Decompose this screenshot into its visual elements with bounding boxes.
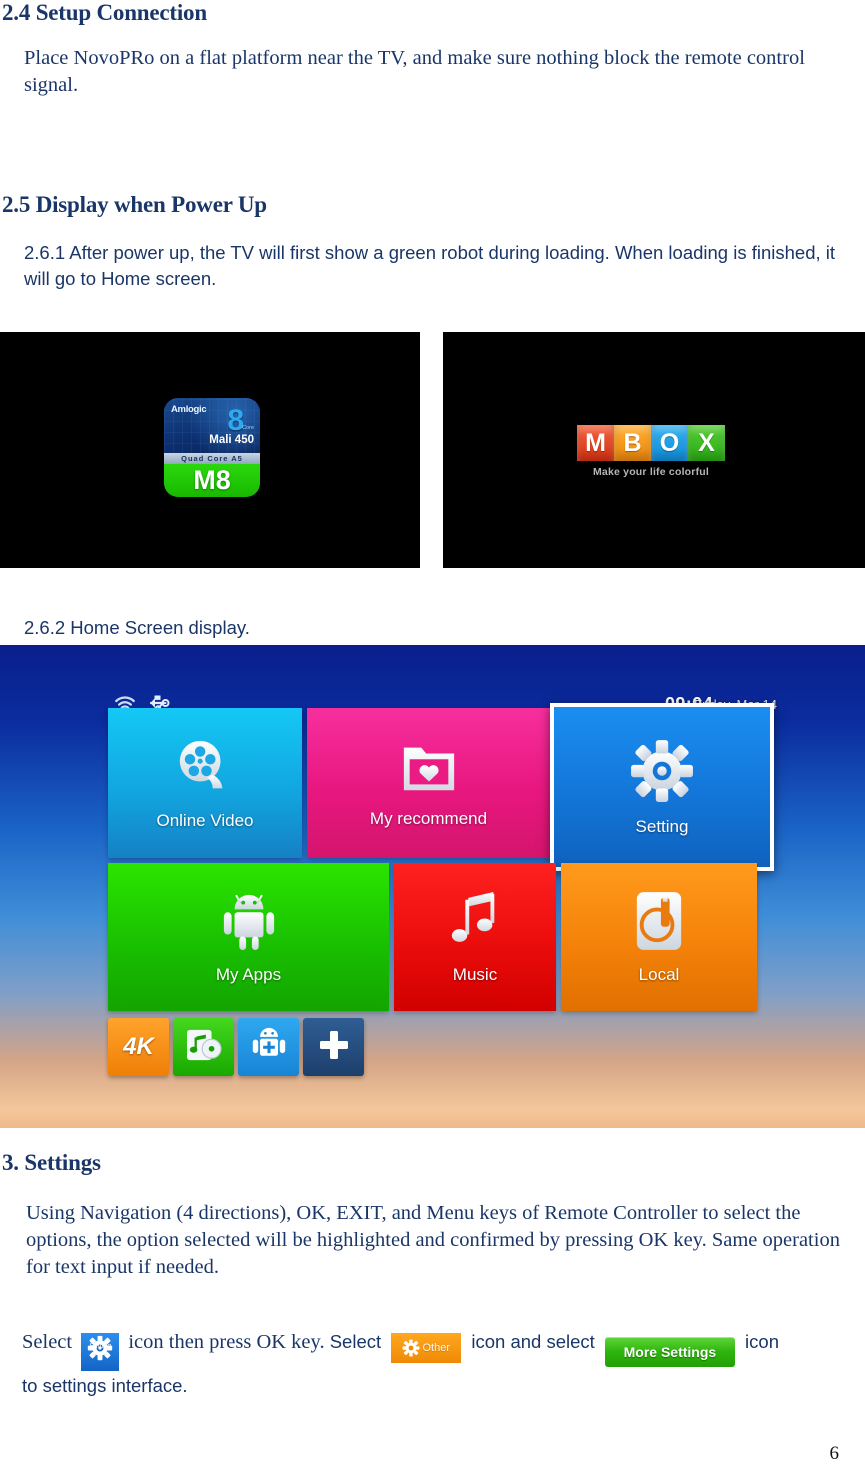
caption-home-screen: 2.6.2 Home Screen display. xyxy=(24,617,250,638)
mbox-letter-o: O xyxy=(651,425,688,461)
tile-label: Setting xyxy=(635,816,689,836)
disc-icon xyxy=(633,890,685,957)
tile-music[interactable]: Music xyxy=(394,863,556,1011)
amlogic-core-label: Core xyxy=(242,425,254,431)
amlogic-cpu-band: Quad Core A5 xyxy=(164,453,260,465)
paragraph-display-power-up: 2.6.1 After power up, the TV will first … xyxy=(24,242,836,289)
amlogic-chip-band: M8 xyxy=(164,464,260,497)
select-text-3: Select xyxy=(329,1331,382,1352)
inline-other-label: Other xyxy=(422,1342,450,1354)
tile-local[interactable]: Local xyxy=(561,863,757,1011)
select-text-4: icon and select xyxy=(471,1331,595,1352)
heading-setup-connection: 2.4 Setup Connection xyxy=(2,0,207,25)
mbox-letter-b: B xyxy=(614,425,651,461)
plus-icon xyxy=(317,1028,351,1067)
heading-settings: 3. Settings xyxy=(2,1150,101,1175)
paragraph-select-settings: Select Setting icon then press OK key. S… xyxy=(22,1320,862,1399)
tile-label: My Apps xyxy=(215,964,282,984)
page-number: 6 xyxy=(829,1443,840,1464)
heading-display-power-up: 2.5 Display when Power Up xyxy=(2,192,267,217)
gear-icon xyxy=(629,738,695,809)
amlogic-cpu-text: Quad Core A5 xyxy=(181,454,243,464)
shortcut-4k[interactable]: 4K xyxy=(108,1018,169,1076)
inline-other-badge[interactable]: Other xyxy=(391,1333,462,1363)
inline-more-settings-badge[interactable]: More Settings xyxy=(604,1337,735,1367)
mbox-logo: M B O X Make your life colorful xyxy=(577,425,725,487)
tile-setting[interactable]: Setting xyxy=(550,703,774,871)
paragraph-setup-connection: Place NovoPRo on a flat platform near th… xyxy=(24,47,805,96)
android-robot-icon xyxy=(221,890,277,957)
music-cd-icon xyxy=(185,1028,223,1067)
mbox-letter-row: M B O X xyxy=(577,425,725,461)
folder-heart-icon xyxy=(398,738,460,801)
inline-setting-badge[interactable]: Setting xyxy=(81,1333,120,1371)
select-text-6: to settings interface. xyxy=(22,1375,188,1396)
amlogic-m8-logo: Amlogic 8 Core Mali 450 Quad Core A5 M8 xyxy=(164,398,260,497)
inline-setting-label: Setting xyxy=(89,1343,112,1350)
amlogic-core-number: 8 xyxy=(227,404,244,437)
paragraph-settings: Using Navigation (4 directions), OK, EXI… xyxy=(26,1202,840,1278)
tile-my-apps[interactable]: My Apps xyxy=(108,863,389,1011)
tile-label: My recommend xyxy=(369,808,488,828)
inline-more-settings-label: More Settings xyxy=(623,1344,717,1360)
android-plus-icon xyxy=(251,1027,287,1068)
mbox-tagline: Make your life colorful xyxy=(592,466,710,478)
select-text-2: icon then press OK key. xyxy=(128,1331,325,1353)
amlogic-brand-text: Amlogic xyxy=(171,404,207,415)
4k-icon: 4K xyxy=(123,1033,154,1060)
select-text-5: icon xyxy=(745,1331,779,1352)
shortcut-music-player[interactable] xyxy=(173,1018,234,1076)
amlogic-chip-text: M8 xyxy=(193,465,231,496)
tile-label: Online Video xyxy=(156,810,254,830)
home-status-bar: 09:04 Friday, Mar 14 xyxy=(0,667,865,714)
film-reel-icon xyxy=(174,736,236,803)
shortcut-add[interactable] xyxy=(303,1018,364,1076)
home-screen-screenshot: 09:04 Friday, Mar 14 xyxy=(0,645,865,1128)
music-note-icon xyxy=(447,890,503,957)
document-page: 2.4 Setup Connection Place NovoPRo on a … xyxy=(0,0,865,1475)
tile-label: Music xyxy=(452,964,498,984)
mbox-letter-m: M xyxy=(577,425,614,461)
amlogic-gpu-text: Mali 450 xyxy=(209,434,254,446)
tile-label: Local xyxy=(638,964,680,984)
select-text-1: Select xyxy=(22,1331,73,1353)
tile-my-recommend[interactable]: My recommend xyxy=(307,708,550,858)
tile-online-video[interactable]: Online Video xyxy=(108,708,302,858)
amlogic-logo-top: Amlogic 8 Core Mali 450 xyxy=(164,398,260,456)
shortcut-app-installer[interactable] xyxy=(238,1018,299,1076)
mbox-letter-x: X xyxy=(688,425,725,461)
